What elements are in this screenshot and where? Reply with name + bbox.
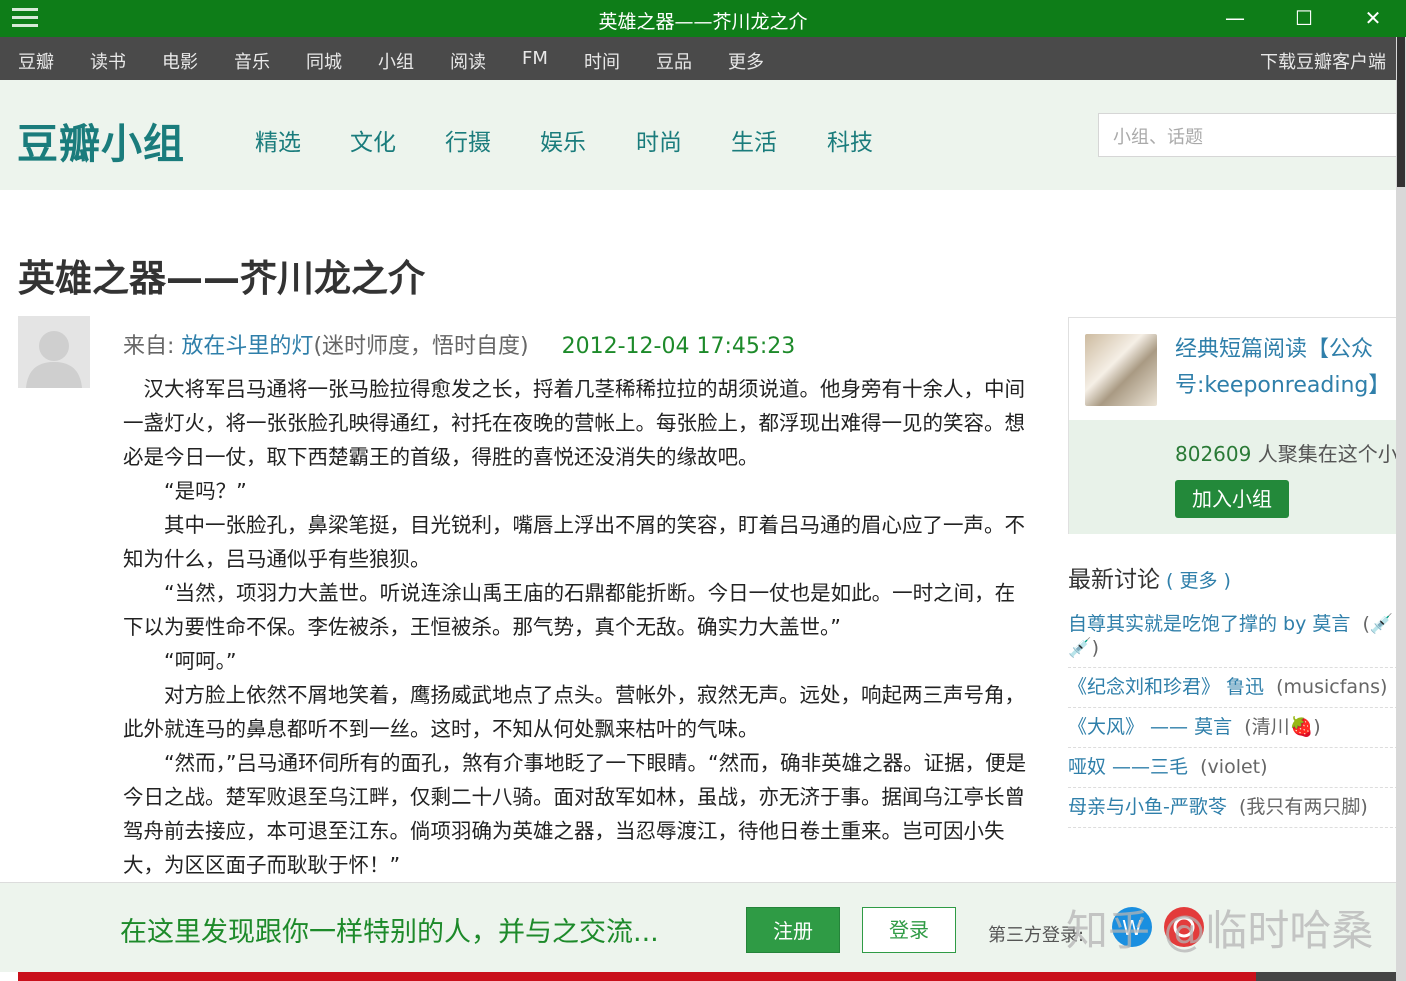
discussion-group: (violet) [1200, 756, 1268, 778]
discussion-title[interactable]: 自尊其实就是吃饱了撑的 by 莫言 [1068, 613, 1350, 635]
list-item[interactable]: 自尊其实就是吃饱了撑的 by 莫言 (💉💉) [1068, 605, 1398, 668]
post-datetime: 2012-12-04 17:45:23 [561, 334, 796, 359]
bottom-bar-end [1256, 972, 1406, 981]
category-tech[interactable]: 科技 [827, 123, 873, 157]
douban-top-nav: 豆瓣 读书 电影 音乐 同城 小组 阅读 FM 时间 豆品 更多 下载豆瓣客户端 [0, 37, 1396, 80]
group-book-image[interactable] [1085, 334, 1157, 406]
douban-group-logo[interactable]: 豆瓣小组 [17, 110, 185, 170]
category-featured[interactable]: 精选 [255, 123, 301, 157]
discussion-title[interactable]: 《大风》 —— 莫言 [1068, 716, 1232, 738]
discussion-group: (musicfans) [1276, 676, 1388, 698]
more-link[interactable]: ( 更多 ) [1166, 570, 1231, 592]
paragraph: 对方脸上依然不屑地笑着，鹰扬威武地点了点头。营帐外，寂然无声。远处，响起两三声号… [123, 683, 1025, 741]
nav-market[interactable]: 豆品 [656, 48, 692, 74]
nav-read[interactable]: 阅读 [450, 48, 486, 74]
member-count-text: 人聚集在这个小组 [1257, 442, 1399, 466]
category-entertainment[interactable]: 娱乐 [540, 123, 586, 157]
author-signature: (迷时师度，悟时自度) [313, 334, 529, 359]
group-header: 豆瓣小组 精选 文化 行摄 娱乐 时尚 生活 科技 小组、话题 [0, 80, 1398, 190]
author-link[interactable]: 放在斗里的灯 [181, 334, 313, 359]
login-button[interactable]: 登录 [862, 907, 956, 953]
member-count: 802609 人聚集在这个小组 [1175, 438, 1399, 467]
discussion-list: 自尊其实就是吃饱了撑的 by 莫言 (💉💉) 《纪念刘和珍君》 鲁迅 (musi… [1068, 605, 1398, 828]
discussion-group: (我只有两只脚) [1238, 796, 1368, 818]
nav-douban[interactable]: 豆瓣 [18, 48, 54, 74]
discussion-title[interactable]: 母亲与小鱼-严歌苓 [1068, 796, 1227, 818]
paragraph: “当然，项羽力大盖世。听说连涂山禹王庙的石鼎都能折断。今日一仗也是如此。一时之间… [123, 581, 1016, 639]
list-item[interactable]: 哑奴 ——三毛 (violet) [1068, 748, 1398, 788]
maximize-button[interactable]: ☐ [1281, 0, 1327, 37]
category-travel[interactable]: 行摄 [445, 123, 491, 157]
nav-groups[interactable]: 小组 [378, 48, 414, 74]
nav-movies[interactable]: 电影 [162, 48, 198, 74]
category-fashion[interactable]: 时尚 [636, 123, 682, 157]
latest-discussions-heading: 最新讨论 ( 更多 ) [1068, 560, 1231, 594]
window-titlebar: 英雄之器——芥川龙之介 — ☐ ✕ [0, 0, 1406, 37]
paragraph: “呵呵。” [164, 649, 237, 673]
download-client-link[interactable]: 下载豆瓣客户端 [1260, 48, 1386, 74]
close-button[interactable]: ✕ [1350, 0, 1396, 37]
window-title: 英雄之器——芥川龙之介 [598, 11, 808, 33]
post-content: 汉大将军吕马通将一张马脸拉得愈发之长，捋着几茎稀稀拉拉的胡须说道。他身旁有十余人… [123, 372, 1033, 882]
minimize-button[interactable]: — [1212, 0, 1258, 37]
signup-message: 在这里发现跟你一样特别的人，并与之交流... [120, 917, 659, 948]
category-life[interactable]: 生活 [731, 123, 777, 157]
bottom-progress-bar [18, 972, 1256, 981]
post-meta: 来自: 放在斗里的灯(迷时师度，悟时自度) 2012-12-04 17:45:2… [123, 328, 795, 360]
list-item[interactable]: 《纪念刘和珍君》 鲁迅 (musicfans) [1068, 668, 1398, 708]
vertical-scrollbar[interactable] [1396, 37, 1406, 981]
zhihu-watermark: 知乎 @临时哈桑 [1066, 906, 1374, 955]
category-culture[interactable]: 文化 [350, 123, 396, 157]
from-label: 来自: [123, 334, 175, 359]
member-count-number: 802609 [1175, 442, 1252, 466]
paragraph: “然而，”吕马通环伺所有的面孔，煞有介事地眨了一下眼睛。“然而，确非英雄之器。证… [123, 751, 1027, 877]
paragraph: 汉大将军吕马通将一张马脸拉得愈发之长，捋着几茎稀稀拉拉的胡须说道。他身旁有十余人… [123, 377, 1025, 469]
user-avatar[interactable] [18, 316, 90, 388]
nav-local[interactable]: 同城 [306, 48, 342, 74]
default-avatar-icon [18, 316, 90, 388]
nav-more[interactable]: 更多 [728, 48, 764, 74]
scrollbar-thumb[interactable] [1397, 37, 1405, 187]
paragraph: “是吗？” [164, 479, 247, 503]
nav-fm[interactable]: FM [522, 48, 548, 69]
group-info-card: 经典短篇阅读【公众号:keeponreading】 802609 人聚集在这个小… [1068, 317, 1399, 534]
search-input[interactable]: 小组、话题 [1098, 113, 1398, 157]
nav-books[interactable]: 读书 [90, 48, 126, 74]
discussion-title[interactable]: 《纪念刘和珍君》 鲁迅 [1068, 676, 1264, 698]
discussion-title[interactable]: 哑奴 ——三毛 [1068, 756, 1188, 778]
latest-title: 最新讨论 [1068, 567, 1160, 593]
list-item[interactable]: 母亲与小鱼-严歌苓 (我只有两只脚) [1068, 788, 1398, 828]
paragraph: 其中一张脸孔，鼻梁笔挺，目光锐利，嘴唇上浮出不屑的笑容，盯着吕马通的眉心应了一声… [123, 513, 1025, 571]
register-button[interactable]: 注册 [746, 907, 840, 953]
nav-music[interactable]: 音乐 [234, 48, 270, 74]
join-group-button[interactable]: 加入小组 [1175, 480, 1289, 518]
discussion-group: (清川🍓) [1244, 716, 1321, 738]
post-title: 英雄之器——芥川龙之介 [18, 257, 425, 300]
group-name-link[interactable]: 经典短篇阅读【公众号:keeponreading】 [1175, 332, 1390, 404]
list-item[interactable]: 《大风》 —— 莫言 (清川🍓) [1068, 708, 1398, 748]
signup-banner: 在这里发现跟你一样特别的人，并与之交流... 注册 登录 第三方登录: W 知乎… [0, 882, 1396, 972]
nav-time[interactable]: 时间 [584, 48, 620, 74]
